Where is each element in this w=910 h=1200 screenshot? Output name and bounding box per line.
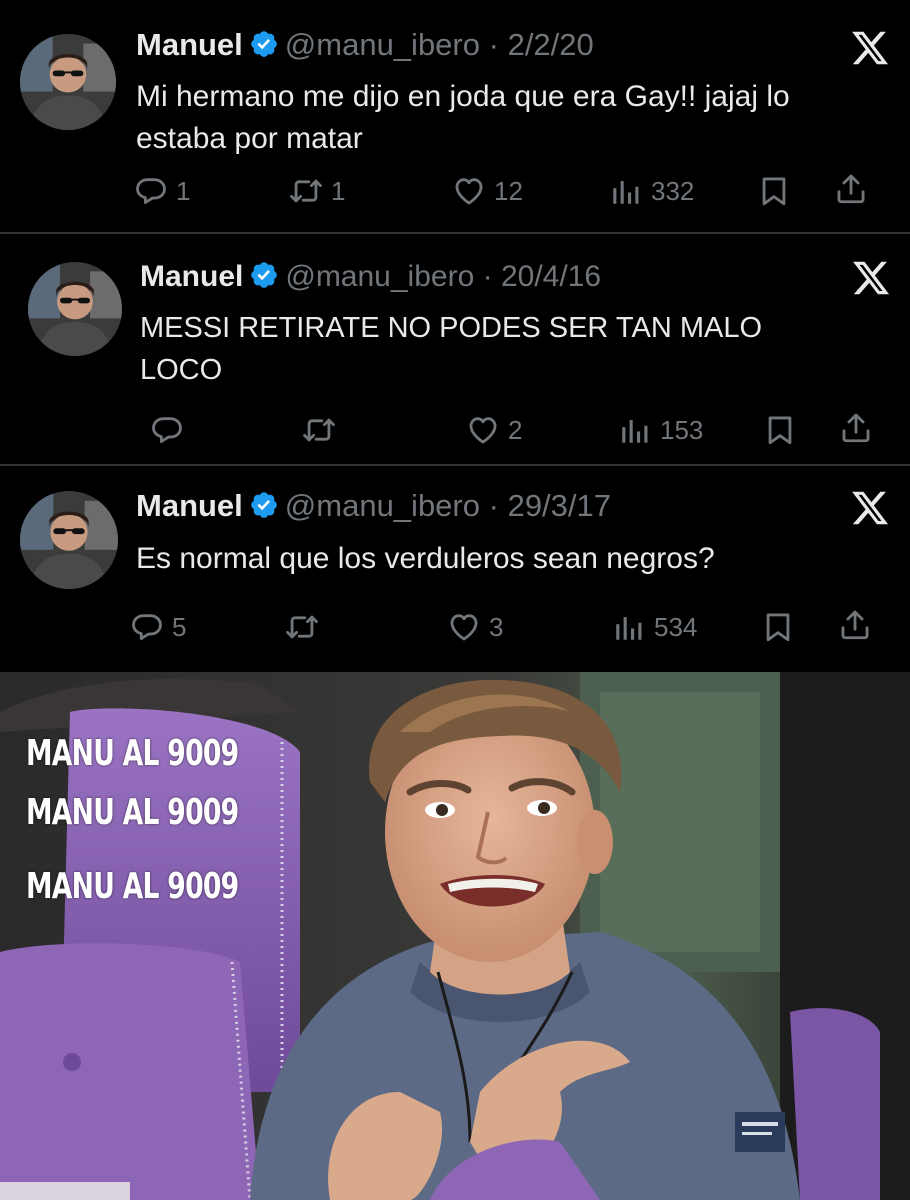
bookmark-button[interactable] — [757, 173, 791, 209]
share-button[interactable] — [838, 607, 872, 643]
bookmark-button[interactable] — [763, 412, 797, 448]
heart-icon — [447, 610, 481, 644]
bookmark-icon — [761, 610, 795, 644]
meme-caption-line: MANU AL 9009 — [26, 792, 239, 833]
x-logo-icon — [850, 488, 890, 528]
separator-dot: · — [488, 488, 499, 523]
tweet-header: Manuel @manu_ibero · 2/2/20 — [136, 27, 594, 63]
views-count: 534 — [654, 611, 698, 642]
tweet-date[interactable]: 29/3/17 — [508, 488, 611, 523]
author-handle[interactable]: @manu_ibero — [285, 260, 474, 293]
views-button[interactable]: 332 — [609, 173, 694, 209]
like-button[interactable]: 3 — [447, 609, 503, 645]
retweet-icon — [289, 174, 323, 208]
author-handle[interactable]: @manu_ibero — [285, 27, 480, 62]
tweet-card[interactable]: Manuel @manu_ibero · 2/2/20 Mi hermano me… — [0, 0, 910, 232]
retweet-button[interactable] — [285, 609, 327, 645]
like-count: 2 — [508, 414, 523, 445]
author-handle[interactable]: @manu_ibero — [285, 488, 480, 523]
avatar[interactable] — [20, 34, 116, 130]
tweet-text: Mi hermano me dijo en joda que era Gay!!… — [136, 80, 790, 155]
like-button[interactable]: 2 — [466, 412, 522, 448]
heart-icon — [452, 174, 486, 208]
meme-caption-line: MANU AL 9009 — [26, 733, 239, 774]
like-button[interactable]: 12 — [452, 173, 523, 209]
reply-button[interactable]: 5 — [130, 609, 186, 645]
share-button[interactable] — [834, 171, 868, 207]
verified-badge-icon — [249, 490, 279, 520]
tweet-text: MESSI RETIRATE NO PODES SER TAN MALO LOC… — [140, 312, 762, 386]
meme-caption-line: MANU AL 9009 — [26, 866, 239, 907]
author-name[interactable]: Manuel — [136, 27, 243, 62]
x-logo-icon — [851, 258, 891, 298]
reply-count: 1 — [176, 175, 191, 206]
retweet-icon — [285, 610, 319, 644]
views-icon — [618, 413, 652, 447]
avatar[interactable] — [28, 262, 122, 356]
tweet-header: Manuel @manu_ibero · 29/3/17 — [136, 488, 611, 524]
retweet-icon — [302, 413, 336, 447]
share-icon — [839, 411, 873, 445]
reply-icon — [150, 413, 184, 447]
tweet-date[interactable]: 20/4/16 — [501, 260, 601, 293]
x-logo-icon — [850, 28, 890, 68]
views-icon — [609, 174, 643, 208]
reply-icon — [134, 174, 168, 208]
like-count: 3 — [489, 611, 504, 642]
heart-icon — [466, 413, 500, 447]
bookmark-icon — [763, 413, 797, 447]
tweet-card[interactable]: Manuel @manu_ibero · 29/3/17 Es normal qu… — [0, 466, 910, 672]
like-count: 12 — [494, 175, 523, 206]
views-button[interactable]: 534 — [612, 609, 697, 645]
views-button[interactable]: 153 — [618, 412, 703, 448]
meme-image: MANU AL 9009 MANU AL 9009 MANU AL 9009 — [0, 672, 910, 1200]
tweet-date[interactable]: 2/2/20 — [508, 27, 594, 62]
retweet-button[interactable]: 1 — [289, 173, 345, 209]
reply-count: 5 — [172, 611, 187, 642]
bookmark-icon — [757, 174, 791, 208]
author-name[interactable]: Manuel — [140, 260, 243, 293]
tweet-stack: Manuel @manu_ibero · 2/2/20 Mi hermano me… — [0, 0, 910, 672]
verified-badge-icon — [249, 29, 279, 59]
share-button[interactable] — [839, 410, 873, 446]
tweet-text: Es normal que los verduleros sean negros… — [136, 542, 715, 575]
bookmark-button[interactable] — [761, 609, 795, 645]
separator-dot: · — [482, 260, 493, 293]
views-count: 332 — [651, 175, 695, 206]
share-icon — [838, 608, 872, 642]
retweet-count: 1 — [331, 175, 346, 206]
reply-button[interactable]: 1 — [134, 173, 190, 209]
tweet-header: Manuel @manu_ibero · 20/4/16 — [140, 259, 601, 295]
tweet-card[interactable]: Manuel @manu_ibero · 20/4/16 MESSI RETIRA… — [0, 234, 910, 464]
separator-dot: · — [488, 27, 499, 62]
avatar[interactable] — [20, 491, 118, 589]
verified-badge-icon — [249, 260, 279, 290]
views-icon — [612, 610, 646, 644]
reply-icon — [130, 610, 164, 644]
retweet-button[interactable] — [302, 412, 344, 448]
reply-button[interactable] — [150, 412, 192, 448]
views-count: 153 — [660, 414, 704, 445]
share-icon — [834, 172, 868, 206]
author-name[interactable]: Manuel — [136, 488, 243, 523]
